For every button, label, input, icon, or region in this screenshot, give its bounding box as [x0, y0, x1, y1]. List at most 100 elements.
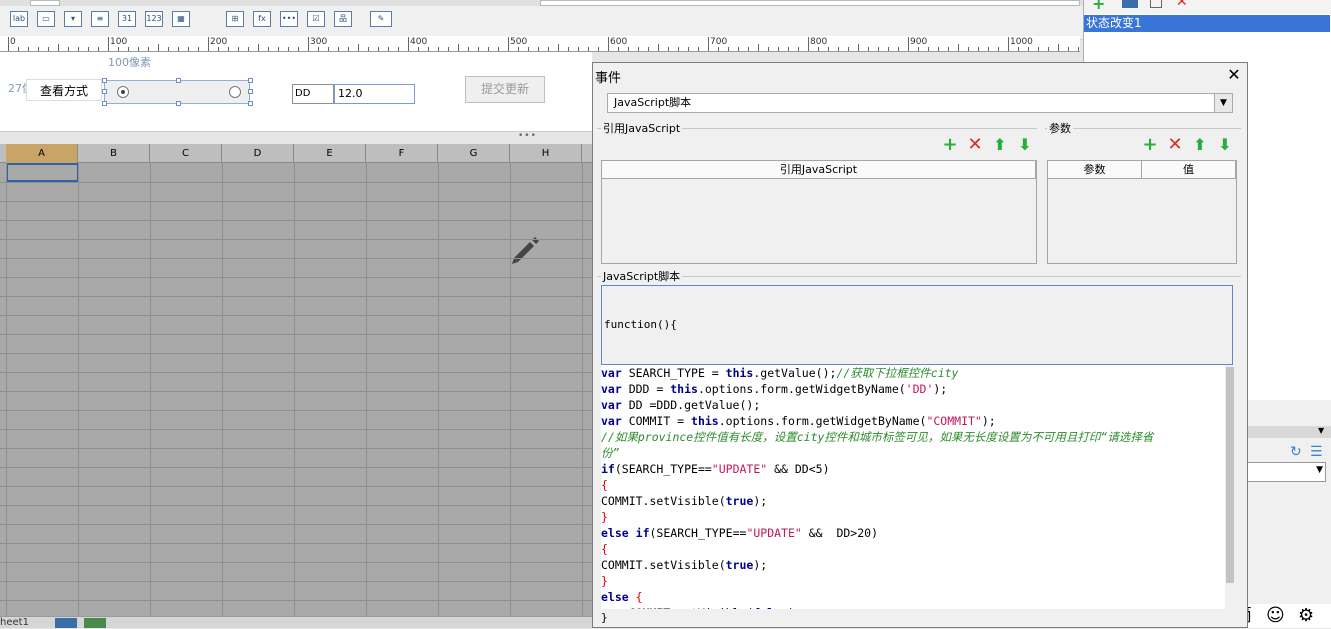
delete-icon[interactable]: ✕ [1176, 0, 1188, 10]
param-name-header[interactable]: 参数 [1048, 161, 1142, 179]
ref-js-header[interactable]: 引用JavaScript [602, 161, 1036, 179]
grid-line [0, 296, 592, 297]
tree-icon[interactable]: ⊞ [226, 11, 244, 27]
ruler-tick [138, 47, 139, 51]
add-ref-icon[interactable]: + [941, 136, 959, 154]
ruler-tick [778, 47, 779, 51]
selected-cell[interactable] [6, 163, 79, 182]
radio-option-selected[interactable] [117, 86, 129, 98]
dd-input[interactable]: 12.0 [334, 84, 415, 104]
move-up-ref-icon[interactable]: ⬆ [991, 136, 1009, 154]
label-icon[interactable]: lab [10, 11, 28, 27]
close-icon[interactable]: ✕ [1223, 64, 1245, 86]
add-icon[interactable]: + [1092, 0, 1105, 13]
code-line[interactable]: if(SEARCH_TYPE=="UPDATE" && DD<5) [601, 461, 1225, 477]
delete-param-icon[interactable]: ✕ [1166, 136, 1184, 154]
code-line[interactable]: 份” [601, 445, 1225, 461]
radio-option[interactable] [229, 86, 241, 98]
column-header-a[interactable]: A [6, 144, 78, 163]
ruler-tick [648, 47, 649, 51]
params-table[interactable]: 参数 值 [1047, 160, 1237, 264]
column-header-h[interactable]: H [510, 144, 582, 163]
textbox-icon[interactable]: ▭ [37, 11, 55, 27]
code-line[interactable]: //如果province控件值有长度，设置city控件和城市标签可见，如果无长度… [601, 429, 1225, 445]
hierarchy-icon[interactable]: 品 [334, 11, 352, 27]
code-line[interactable]: var SEARCH_TYPE = this.getValue();//获取下拉… [601, 365, 1225, 381]
resize-handle[interactable] [176, 78, 181, 83]
code-line[interactable]: { [601, 541, 1225, 557]
move-down-ref-icon[interactable]: ⬇ [1016, 136, 1034, 154]
grid-line [0, 315, 592, 316]
list-icon[interactable]: ☰ [1310, 444, 1323, 460]
column-header-f[interactable]: F [366, 144, 438, 163]
resize-handle[interactable] [176, 101, 181, 106]
resize-handle[interactable] [248, 89, 253, 94]
code-line[interactable]: else if(SEARCH_TYPE=="UPDATE" && DD>20) [601, 525, 1225, 541]
sheet-tab[interactable]: heet1 [0, 617, 29, 629]
column-header-c[interactable]: C [150, 144, 222, 163]
resize-handle[interactable] [248, 78, 253, 83]
code-line[interactable]: var COMMIT = this.options.form.getWidget… [601, 413, 1225, 429]
table-icon[interactable]: ▦ [172, 11, 190, 27]
column-header-d[interactable]: D [222, 144, 294, 163]
password-icon[interactable]: ••• [280, 11, 298, 27]
grid-line [366, 163, 367, 616]
ref-js-table[interactable]: 引用JavaScript [601, 160, 1037, 264]
resize-handle[interactable] [102, 89, 107, 94]
delete-ref-icon[interactable]: ✕ [966, 136, 984, 154]
radio-group-icon[interactable]: ≡ [91, 11, 109, 27]
code-line[interactable]: } [601, 509, 1225, 525]
grid-line [0, 258, 592, 259]
column-header-e[interactable]: E [294, 144, 366, 163]
ime-emoji-icon[interactable]: ☺ [1266, 604, 1285, 628]
column-header-g[interactable]: G [438, 144, 510, 163]
resize-handle[interactable] [248, 101, 253, 106]
chevron-down-icon[interactable]: ▼ [1318, 426, 1324, 435]
view-mode-label[interactable]: 查看方式 [26, 79, 102, 101]
param-value-header[interactable]: 值 [1142, 161, 1236, 179]
event-item-selected[interactable]: 状态改变1 [1084, 15, 1330, 32]
ruler-tick [178, 47, 179, 51]
dd-label[interactable]: DD [292, 84, 334, 104]
copy-icon[interactable] [1150, 0, 1162, 8]
move-down-param-icon[interactable]: ⬇ [1216, 136, 1234, 154]
code-line[interactable]: COMMIT.setVisible(false); [601, 605, 1225, 609]
code-line[interactable]: } [601, 573, 1225, 589]
splitter-handle[interactable]: ••• [518, 131, 537, 141]
spreadsheet-grid[interactable]: ABCDEFGH [0, 144, 592, 616]
combobox-icon[interactable]: ▾ [64, 11, 82, 27]
checkbox-icon[interactable]: ☑ [307, 11, 325, 27]
code-line[interactable]: { [601, 477, 1225, 493]
resize-handle[interactable] [102, 78, 107, 83]
date-icon[interactable]: 31 [118, 11, 136, 27]
grid-line [6, 163, 7, 616]
event-type-select[interactable]: JavaScript脚本 ▼ [607, 93, 1233, 113]
resize-handle[interactable] [102, 101, 107, 106]
number-icon[interactable]: 123 [145, 11, 163, 27]
code-line[interactable]: COMMIT.setVisible(true); [601, 493, 1225, 509]
refresh-icon[interactable]: ↻ [1290, 444, 1302, 460]
code-scrollbar-thumb[interactable] [1226, 367, 1234, 583]
formula-icon[interactable]: fx [253, 11, 271, 27]
top-tab-stub[interactable] [30, 0, 60, 6]
code-line[interactable]: else { [601, 589, 1225, 605]
edit-widget-icon[interactable]: ✎ [370, 11, 392, 27]
code-line[interactable]: COMMIT.setVisible(true); [601, 557, 1225, 573]
properties-combo[interactable]: ▼ [1246, 462, 1326, 482]
ruler-tick [88, 47, 89, 51]
code-line[interactable]: var DD =DDD.getValue(); [601, 397, 1225, 413]
add-sheet-icon[interactable] [55, 618, 77, 628]
grid-line [438, 163, 439, 616]
ime-settings-icon[interactable]: ⚙ [1298, 604, 1314, 628]
column-header-b[interactable]: B [78, 144, 150, 163]
move-up-param-icon[interactable]: ⬆ [1191, 136, 1209, 154]
edit-icon[interactable] [1122, 0, 1138, 8]
top-tab-stub[interactable] [540, 0, 1080, 6]
ruler-label: 1000 [1010, 37, 1033, 47]
chevron-down-icon[interactable]: ▼ [1214, 94, 1232, 112]
submit-update-button[interactable]: 提交更新 [465, 76, 545, 103]
code-line[interactable]: var DDD = this.options.form.getWidgetByN… [601, 381, 1225, 397]
code-editor[interactable]: var SEARCH_TYPE = this.getValue();//获取下拉… [601, 365, 1225, 609]
add-sheet-alt-icon[interactable] [84, 618, 106, 628]
add-param-icon[interactable]: + [1141, 136, 1159, 154]
